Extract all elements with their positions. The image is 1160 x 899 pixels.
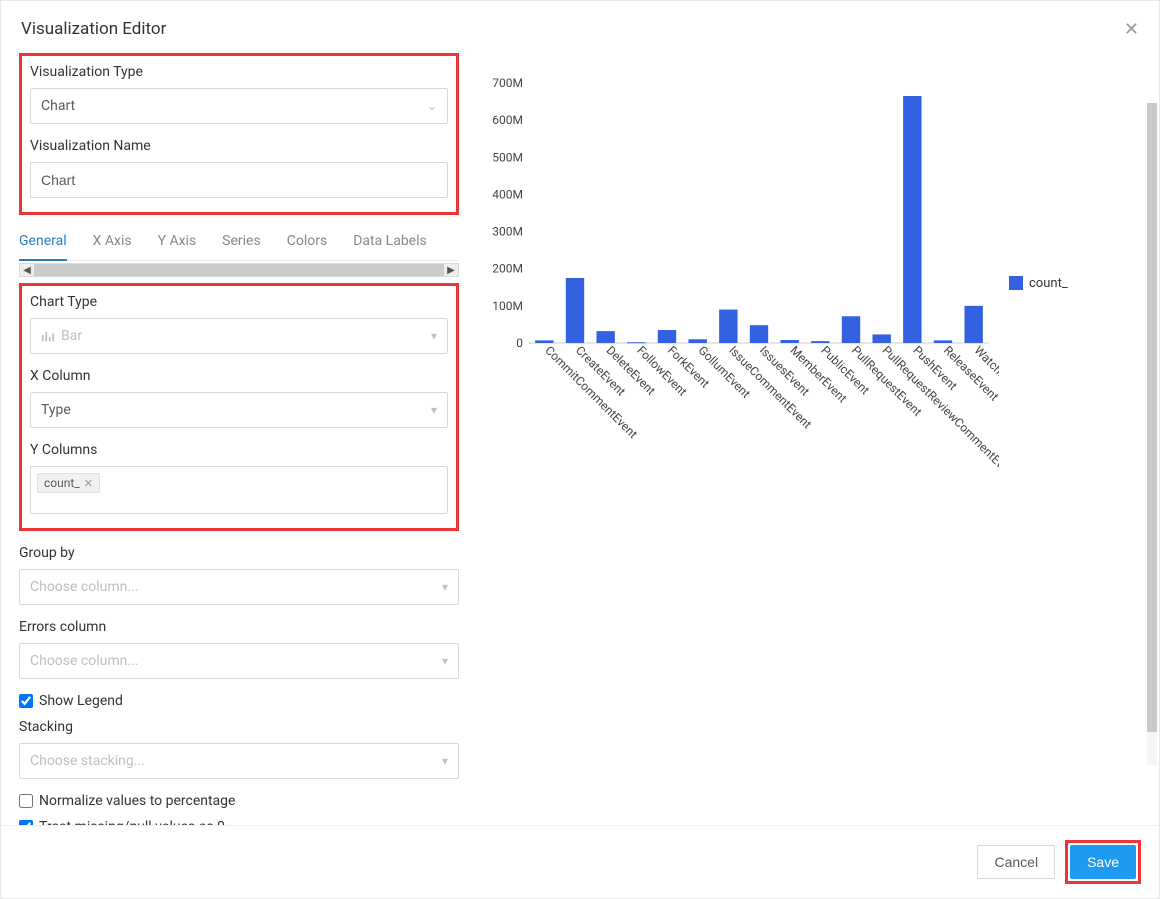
stacking-label: Stacking bbox=[19, 719, 459, 735]
close-button[interactable]: ✕ bbox=[1124, 20, 1139, 38]
viz-type-select[interactable]: Chart ⌄ bbox=[30, 88, 448, 124]
tab-y-axis[interactable]: Y Axis bbox=[158, 225, 197, 260]
chevron-down-icon: ⌄ bbox=[427, 99, 437, 113]
legend-label: count_ bbox=[1029, 276, 1068, 291]
tabs: General X Axis Y Axis Series Colors Data… bbox=[19, 225, 459, 261]
svg-text:0: 0 bbox=[516, 336, 523, 350]
y-columns-label: Y Columns bbox=[30, 442, 448, 458]
tab-series[interactable]: Series bbox=[222, 225, 261, 260]
show-legend-checkbox[interactable] bbox=[19, 694, 33, 708]
missing-row[interactable]: Treat missing/null values as 0 bbox=[19, 819, 459, 825]
normalize-row[interactable]: Normalize values to percentage bbox=[19, 793, 459, 809]
general-section: Chart Type Bar ▾ X Column Type bbox=[19, 283, 459, 531]
tab-x-axis[interactable]: X Axis bbox=[93, 225, 132, 260]
y-columns-input[interactable]: count_ ✕ bbox=[30, 466, 448, 514]
svg-text:200M: 200M bbox=[492, 262, 523, 276]
viz-name-input[interactable] bbox=[30, 162, 448, 198]
chart-legend[interactable]: count_ bbox=[1009, 93, 1068, 473]
x-column-label: X Column bbox=[30, 368, 448, 384]
missing-label: Treat missing/null values as 0 bbox=[39, 819, 225, 825]
tab-data-labels[interactable]: Data Labels bbox=[353, 225, 427, 260]
svg-text:500M: 500M bbox=[492, 150, 523, 164]
caret-down-icon: ▾ bbox=[442, 654, 448, 668]
viz-name-label: Visualization Name bbox=[30, 138, 448, 154]
cancel-button[interactable]: Cancel bbox=[977, 845, 1055, 879]
svg-text:600M: 600M bbox=[492, 113, 523, 127]
chart-preview: 0100M200M300M400M500M600M700MCommitComme… bbox=[479, 73, 1141, 473]
legend-swatch bbox=[1009, 276, 1023, 290]
caret-down-icon: ▾ bbox=[442, 580, 448, 594]
scroll-right-icon[interactable]: ▶ bbox=[444, 264, 458, 276]
viz-type-label: Visualization Type bbox=[30, 64, 448, 80]
group-by-select[interactable]: Choose column... ▾ bbox=[19, 569, 459, 605]
errors-column-select[interactable]: Choose column... ▾ bbox=[19, 643, 459, 679]
chart-type-value: Bar bbox=[61, 328, 82, 344]
scrollbar[interactable] bbox=[1147, 103, 1157, 765]
group-by-label: Group by bbox=[19, 545, 459, 561]
tab-general[interactable]: General bbox=[19, 225, 67, 261]
viz-type-value: Chart bbox=[41, 98, 75, 114]
show-legend-row[interactable]: Show Legend bbox=[19, 693, 459, 709]
chart-type-label: Chart Type bbox=[30, 294, 448, 310]
remove-tag-icon[interactable]: ✕ bbox=[84, 477, 93, 490]
svg-text:700M: 700M bbox=[492, 76, 523, 90]
normalize-label: Normalize values to percentage bbox=[39, 793, 235, 809]
save-highlight: Save bbox=[1065, 840, 1141, 884]
tabs-scrollbar[interactable]: ◀ ▶ bbox=[19, 263, 459, 277]
x-column-select[interactable]: Type ▾ bbox=[30, 392, 448, 428]
y-column-tag[interactable]: count_ ✕ bbox=[37, 473, 100, 493]
svg-text:400M: 400M bbox=[492, 187, 523, 201]
svg-text:300M: 300M bbox=[492, 225, 523, 239]
viz-type-name-section: Visualization Type Chart ⌄ Visualization… bbox=[19, 53, 459, 215]
save-button[interactable]: Save bbox=[1070, 845, 1136, 879]
caret-down-icon: ▾ bbox=[442, 754, 448, 768]
show-legend-label: Show Legend bbox=[39, 693, 123, 709]
errors-column-label: Errors column bbox=[19, 619, 459, 635]
svg-text:100M: 100M bbox=[492, 299, 523, 313]
bar-chart-icon bbox=[41, 329, 55, 343]
chart-type-select[interactable]: Bar ▾ bbox=[30, 318, 448, 354]
scroll-left-icon[interactable]: ◀ bbox=[20, 264, 34, 276]
caret-down-icon: ▾ bbox=[431, 329, 437, 343]
modal-title: Visualization Editor bbox=[21, 19, 166, 39]
caret-down-icon: ▾ bbox=[431, 403, 437, 417]
missing-checkbox[interactable] bbox=[19, 820, 33, 825]
stacking-select[interactable]: Choose stacking... ▾ bbox=[19, 743, 459, 779]
x-column-value: Type bbox=[41, 402, 71, 418]
normalize-checkbox[interactable] bbox=[19, 794, 33, 808]
tab-colors[interactable]: Colors bbox=[287, 225, 327, 260]
